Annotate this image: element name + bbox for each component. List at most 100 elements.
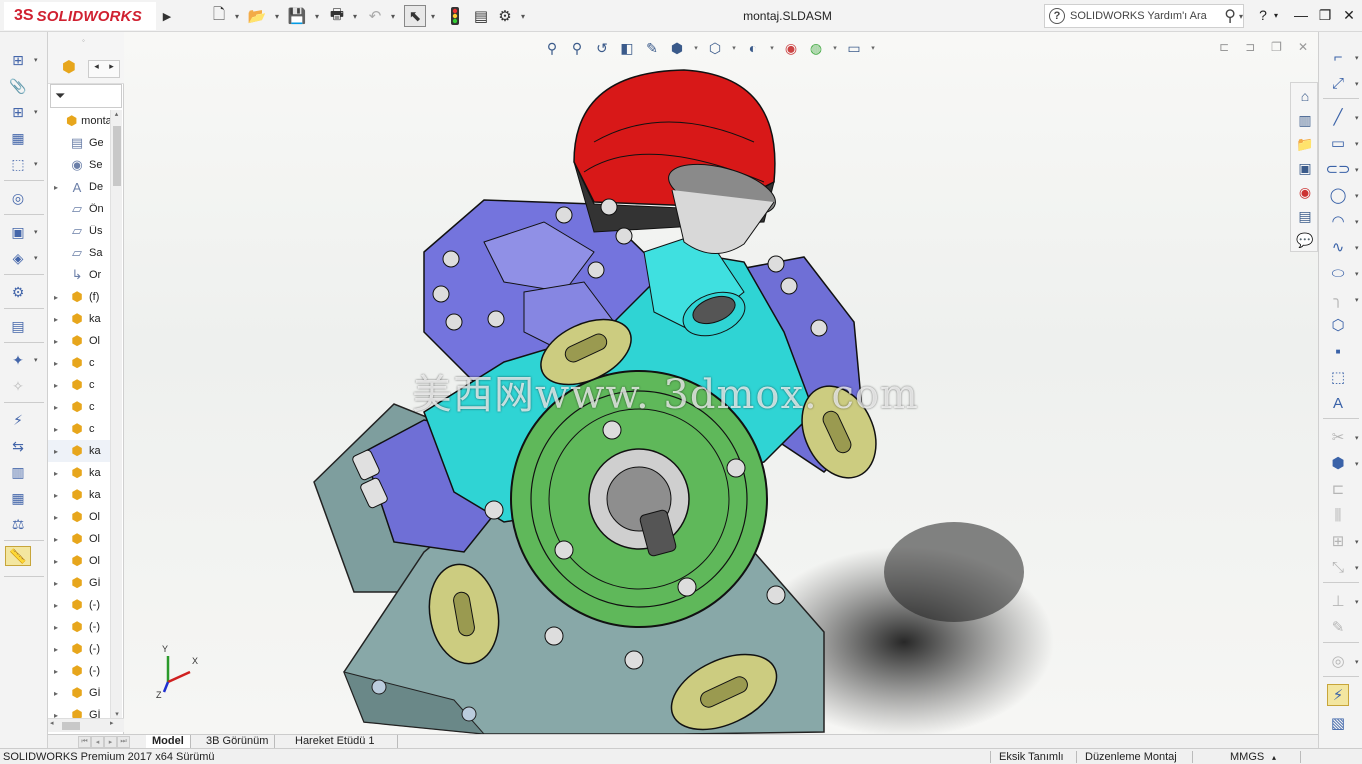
rebuild-traffic-light-icon[interactable]	[444, 5, 466, 27]
hole-alignment-icon[interactable]: ▥	[8, 462, 28, 482]
print-dropdown-icon[interactable]: ▾	[350, 5, 360, 27]
move-entities-icon[interactable]: ⤡	[1327, 556, 1349, 578]
scroll-left-icon[interactable]: ◂	[50, 719, 54, 727]
unit-system[interactable]: MMGS	[1230, 750, 1264, 764]
select-cursor-icon[interactable]: ⬉	[404, 5, 426, 27]
tree-vertical-scrollbar[interactable]: ▴ ▾	[110, 110, 122, 718]
appearances-icon[interactable]: ◉	[1294, 181, 1316, 203]
tree-item[interactable]: ▸ ⬢ (-)	[48, 594, 110, 616]
show-hidden-icon[interactable]: ◎	[8, 188, 28, 208]
expand-arrow-icon[interactable]: ▸	[54, 359, 64, 368]
sketch-icon[interactable]: ⌐	[1327, 46, 1349, 68]
tree-root-assembly[interactable]: ⬢montaj	[48, 110, 110, 132]
solidworks-logo[interactable]: 3S SOLIDWORKS	[4, 2, 156, 30]
interference-detection-icon[interactable]: ⚡	[8, 410, 28, 430]
expand-arrow-icon[interactable]: ▸	[54, 623, 64, 632]
tree-item[interactable]: ▸ ⬢ (-)	[48, 638, 110, 660]
feature-tree-tab-icon[interactable]: ⬢	[58, 56, 80, 78]
linear-sketch-pattern-icon[interactable]: ⊞	[1327, 530, 1349, 552]
scroll-up-icon[interactable]: ▴	[111, 110, 122, 118]
save-icon[interactable]: 💾	[286, 5, 308, 27]
minimize-icon[interactable]: —	[1290, 4, 1312, 26]
options-dropdown-icon[interactable]: ▾	[518, 5, 528, 27]
save-dropdown-icon[interactable]: ▾	[312, 5, 322, 27]
quick-snaps-icon[interactable]: ◎	[1327, 650, 1349, 672]
exploded-view-icon[interactable]: ✦	[8, 350, 28, 370]
polygon-icon[interactable]: ⬡	[1327, 314, 1349, 336]
measure-icon[interactable]: ▦	[8, 488, 28, 508]
tree-item[interactable]: ▸ ⬢ (-)	[48, 660, 110, 682]
tree-item[interactable]: ▸ ⬢ ka	[48, 308, 110, 330]
new-dropdown-icon[interactable]: ▾	[232, 5, 242, 27]
clearance-verification-icon[interactable]: ⇆	[8, 436, 28, 456]
offset-entities-icon[interactable]: ⊏	[1327, 478, 1349, 500]
custom-properties-icon[interactable]: ▤	[1294, 205, 1316, 227]
expand-arrow-icon[interactable]: ▸	[54, 403, 64, 412]
menu-expand-icon[interactable]: ▶	[158, 4, 176, 28]
expand-arrow-icon[interactable]: ▸	[54, 535, 64, 544]
tree-item[interactable]: ▤ Ge	[48, 132, 110, 154]
tree-item[interactable]: ▸ ⬢ c	[48, 396, 110, 418]
scroll-down-icon[interactable]: ▾	[111, 710, 123, 718]
tree-item[interactable]: ▸ ⬢ ka	[48, 484, 110, 506]
tree-filter[interactable]: ⏷	[50, 84, 122, 108]
expand-arrow-icon[interactable]: ▸	[54, 183, 64, 192]
assembly-features-icon[interactable]: ▣	[8, 222, 28, 242]
insert-components-icon[interactable]: ⊞	[8, 50, 28, 70]
expand-arrow-icon[interactable]: ▸	[54, 601, 64, 610]
tree-item[interactable]: ▸ ⬢ c	[48, 374, 110, 396]
filter-funnel-icon[interactable]: ⏷	[55, 88, 65, 104]
expand-arrow-icon[interactable]: ▸	[54, 645, 64, 654]
tree-item[interactable]: ▸ ⬢ Ol	[48, 330, 110, 352]
scroll-right-icon[interactable]: ▸	[104, 61, 119, 77]
expand-arrow-icon[interactable]: ▸	[54, 381, 64, 390]
view-palette-icon[interactable]: ▣	[1294, 157, 1316, 179]
tree-item[interactable]: ▸ ⬢ Ol	[48, 550, 110, 572]
tab-3d-view[interactable]: 3B Görünüm	[200, 735, 276, 749]
mass-properties-icon[interactable]: ⚖	[8, 514, 28, 534]
tab-model[interactable]: Model	[146, 735, 191, 749]
tab-motion-study[interactable]: Hareket Etüdü 1	[289, 735, 398, 749]
point-icon[interactable]: ■	[1327, 340, 1349, 362]
unit-dropdown-icon[interactable]: ▴	[1272, 750, 1276, 764]
spline-icon[interactable]: ∿	[1327, 236, 1349, 258]
tree-item[interactable]: ▸ ⬢ c	[48, 418, 110, 440]
tree-item[interactable]: ▸ ⬢ Gİ	[48, 682, 110, 704]
help-dropdown-icon[interactable]: ▾	[1270, 4, 1282, 26]
hscroll-thumb[interactable]	[62, 722, 80, 730]
smart-dimension-icon[interactable]: ⤢	[1327, 72, 1349, 94]
options-gear-icon[interactable]: ⚙	[494, 5, 516, 27]
tree-horizontal-scrollbar[interactable]: ◂ ▸	[48, 718, 124, 732]
expand-arrow-icon[interactable]: ▸	[54, 293, 64, 302]
fillet-icon[interactable]: ╮	[1327, 288, 1349, 310]
smart-fasteners-icon[interactable]: ▦	[8, 128, 28, 148]
expand-arrow-icon[interactable]: ▸	[54, 425, 64, 434]
convert-entities-icon[interactable]: ⬢	[1327, 452, 1349, 474]
rectangle-icon[interactable]: ▭	[1327, 132, 1349, 154]
help-search-box[interactable]: ? SOLIDWORKS Yardım'ı Ara ⚲ ▾	[1044, 4, 1244, 28]
instant3d-icon[interactable]: 📏	[5, 546, 31, 566]
open-folder-icon[interactable]: 📂	[246, 5, 268, 27]
mirror-entities-icon[interactable]: ⫼	[1327, 504, 1349, 526]
first-tab-icon[interactable]: ⏮	[78, 736, 91, 748]
expand-arrow-icon[interactable]: ▸	[54, 469, 64, 478]
instant2d-icon[interactable]: ▧	[1327, 712, 1349, 734]
slot-icon[interactable]: ⊂⊃	[1325, 158, 1350, 180]
expand-arrow-icon[interactable]: ▸	[54, 557, 64, 566]
design-library-icon[interactable]: ▥	[1294, 109, 1316, 131]
tree-item[interactable]: ▸ ⬢ ka	[48, 462, 110, 484]
select-dropdown-icon[interactable]: ▾	[428, 5, 438, 27]
expand-arrow-icon[interactable]: ▸	[54, 513, 64, 522]
new-motion-study-icon[interactable]: ⚙	[8, 282, 28, 302]
tree-item[interactable]: ▸ ⬢ c	[48, 352, 110, 374]
line-icon[interactable]: ╱	[1327, 106, 1349, 128]
text-icon[interactable]: A	[1327, 392, 1349, 414]
tab-scroll-arrows[interactable]: ◂ ▸	[88, 60, 120, 78]
circle-icon[interactable]: ◯	[1327, 184, 1349, 206]
search-icon[interactable]: ⚲	[1224, 6, 1236, 26]
restore-icon[interactable]: ❐	[1314, 4, 1336, 26]
linear-pattern-icon[interactable]: ⊞	[8, 102, 28, 122]
tree-item[interactable]: ▸ ⬢ ka	[48, 440, 110, 462]
forum-icon[interactable]: 💬	[1294, 229, 1316, 251]
bill-of-materials-icon[interactable]: ▤	[8, 316, 28, 336]
